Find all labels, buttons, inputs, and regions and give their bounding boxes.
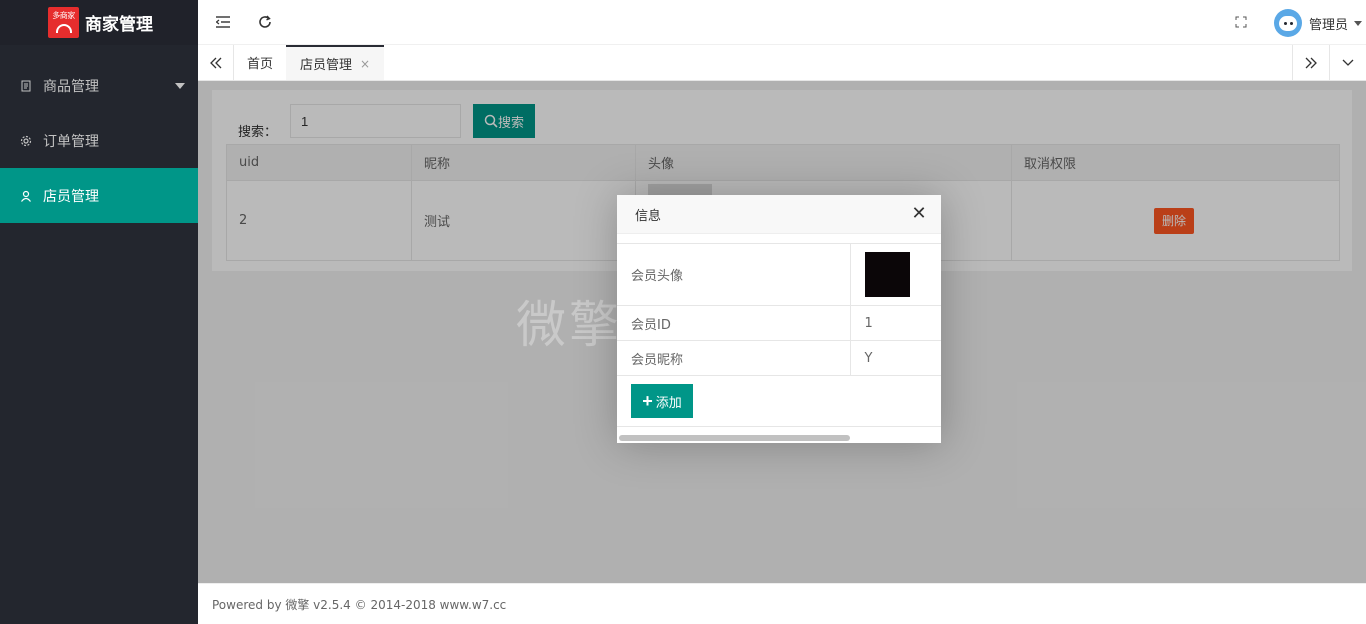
- tabs-scroll-right-icon[interactable]: [1292, 45, 1328, 80]
- user-icon: [20, 190, 32, 202]
- tab-label: 店员管理: [300, 58, 353, 73]
- user-name: 管理员: [1308, 17, 1348, 33]
- info-value: [850, 243, 941, 306]
- table-row: 会员头像: [617, 243, 941, 306]
- info-dialog: 信息 ✕ 会员头像 会员ID 1 会员昵称 Y + 添加: [617, 195, 941, 443]
- logo-badge-text: 多商家: [52, 11, 75, 20]
- sidebar-item-label: 订单管理: [43, 133, 99, 150]
- scrollbar-thumb[interactable]: [619, 435, 850, 441]
- add-button-label: 添加: [655, 394, 682, 410]
- dialog-title: 信息: [635, 208, 662, 224]
- top-header: 管理员: [198, 0, 1366, 45]
- info-value: Y: [850, 340, 941, 376]
- close-icon[interactable]: ×: [360, 57, 370, 71]
- footer-text: Powered by 微擎 v2.5.4 © 2014-2018 www.w7.…: [212, 597, 507, 612]
- info-key: 会员ID: [617, 305, 851, 341]
- logo[interactable]: 多商家 商家管理: [0, 0, 198, 45]
- sidebar-item-products[interactable]: 商品管理: [0, 58, 198, 113]
- add-button[interactable]: + 添加: [631, 384, 693, 418]
- tab-staff[interactable]: 店员管理 ×: [286, 45, 385, 80]
- sidebar: 多商家 商家管理 商品管理 订单管理 店员管理: [0, 0, 198, 624]
- sidebar-item-label: 商品管理: [43, 78, 99, 95]
- refresh-icon[interactable]: [255, 12, 275, 32]
- sidebar-item-label: 店员管理: [43, 188, 99, 205]
- sidebar-item-orders[interactable]: 订单管理: [0, 113, 198, 168]
- horizontal-scrollbar[interactable]: [617, 426, 941, 443]
- close-icon[interactable]: ✕: [911, 203, 927, 224]
- avatar: [1273, 9, 1302, 37]
- info-key: 会员昵称: [617, 340, 851, 376]
- footer: Powered by 微擎 v2.5.4 © 2014-2018 www.w7.…: [198, 583, 1366, 624]
- chevron-down-icon: [175, 83, 185, 89]
- user-menu[interactable]: 管理员: [1273, 8, 1366, 38]
- dialog-body: 会员头像 会员ID 1 会员昵称 Y + 添加: [617, 234, 941, 443]
- table-row: 会员昵称 Y: [617, 340, 941, 376]
- tab-home[interactable]: 首页: [235, 45, 285, 80]
- gear-icon: [20, 135, 32, 147]
- tabs-scroll-left-icon[interactable]: [198, 45, 234, 80]
- tabs-menu-chevron-down-icon[interactable]: [1329, 45, 1365, 80]
- chevron-down-icon: [1354, 20, 1362, 26]
- info-value: 1: [850, 305, 941, 341]
- sidebar-item-staff[interactable]: 店员管理: [0, 168, 198, 223]
- document-icon: [20, 80, 32, 92]
- member-avatar: [864, 252, 910, 297]
- plus-icon: +: [642, 391, 653, 411]
- table-row: 会员ID 1: [617, 305, 941, 341]
- tab-label: 首页: [247, 57, 274, 72]
- app-title: 商家管理: [85, 15, 153, 35]
- logo-badge-icon: 多商家: [48, 7, 79, 38]
- fullscreen-icon[interactable]: [1231, 12, 1251, 32]
- info-key: 会员头像: [617, 243, 851, 306]
- member-info-table: 会员头像 会员ID 1 会员昵称 Y: [617, 243, 941, 376]
- tab-bar: 首页 店员管理 ×: [198, 45, 1366, 81]
- shopping-bag-icon: [55, 24, 72, 33]
- dialog-header: 信息 ✕: [617, 195, 941, 234]
- menu-fold-icon[interactable]: [213, 12, 233, 32]
